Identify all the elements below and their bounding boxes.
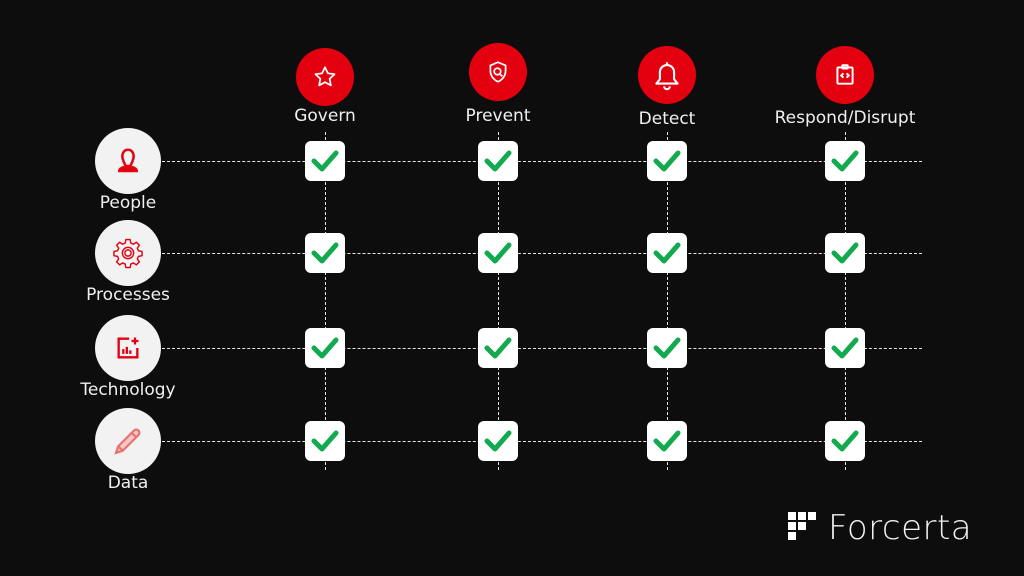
checkmark-icon (483, 336, 513, 360)
column-icon-detect (638, 46, 696, 104)
row-label: People (99, 193, 157, 213)
check-box-data-respond-disrupt (825, 421, 865, 461)
clipboard-code-icon (832, 62, 858, 88)
check-box-technology-govern (305, 328, 345, 368)
column-connector-line (498, 132, 499, 470)
checkmark-icon (310, 429, 340, 453)
column-icon-prevent (469, 43, 527, 101)
checkmark-icon (483, 429, 513, 453)
check-box-people-detect (647, 141, 687, 181)
checkmark-icon (483, 149, 513, 173)
logo: Forcerta (788, 508, 972, 548)
checkmark-icon (652, 149, 682, 173)
row-label: Technology (80, 380, 176, 400)
column-icon-govern (296, 48, 354, 106)
column-connector-line (325, 132, 326, 470)
check-box-technology-prevent (478, 328, 518, 368)
check-box-people-respond-disrupt (825, 141, 865, 181)
check-box-technology-respond-disrupt (825, 328, 865, 368)
column-connector-line (845, 132, 846, 470)
row-icon-people (95, 128, 161, 194)
row-icon-processes (95, 220, 161, 286)
check-box-processes-prevent (478, 233, 518, 273)
checkmark-icon (310, 149, 340, 173)
check-box-people-prevent (478, 141, 518, 181)
column-label: Prevent (465, 106, 531, 126)
checkmark-icon (830, 336, 860, 360)
checkmark-icon (652, 429, 682, 453)
bell-icon (650, 58, 684, 92)
column-label: Respond/Disrupt (774, 108, 916, 128)
row-connector-line (162, 253, 922, 254)
column-connector-line (667, 132, 668, 470)
checkmark-icon (310, 336, 340, 360)
check-box-data-detect (647, 421, 687, 461)
check-box-data-prevent (478, 421, 518, 461)
pencil-icon (110, 423, 146, 459)
checkmark-icon (830, 429, 860, 453)
check-box-processes-govern (305, 233, 345, 273)
checkmark-icon (483, 241, 513, 265)
checkmark-icon (310, 241, 340, 265)
check-box-processes-respond-disrupt (825, 233, 865, 273)
star-icon (312, 64, 338, 90)
row-icon-technology (95, 315, 161, 381)
check-box-people-govern (305, 141, 345, 181)
checkmark-icon (830, 241, 860, 265)
row-icon-data (95, 408, 161, 474)
gear-icon (111, 236, 145, 270)
shield-search-icon (485, 59, 511, 85)
column-label: Govern (294, 106, 356, 126)
row-connector-line (162, 348, 922, 349)
checkmark-icon (652, 241, 682, 265)
row-connector-line (162, 161, 922, 162)
check-box-processes-detect (647, 233, 687, 273)
row-label: Data (107, 473, 149, 493)
checkmark-icon (652, 336, 682, 360)
check-box-technology-detect (647, 328, 687, 368)
person-icon (113, 146, 143, 176)
logo-text: Forcerta (828, 508, 973, 548)
row-connector-line (162, 441, 922, 442)
checkmark-icon (830, 149, 860, 173)
chart-add-icon (114, 334, 142, 362)
column-icon-respond-disrupt (816, 46, 874, 104)
logo-mark-icon (788, 512, 818, 544)
row-label: Processes (86, 285, 170, 305)
check-box-data-govern (305, 421, 345, 461)
column-label: Detect (638, 109, 696, 129)
